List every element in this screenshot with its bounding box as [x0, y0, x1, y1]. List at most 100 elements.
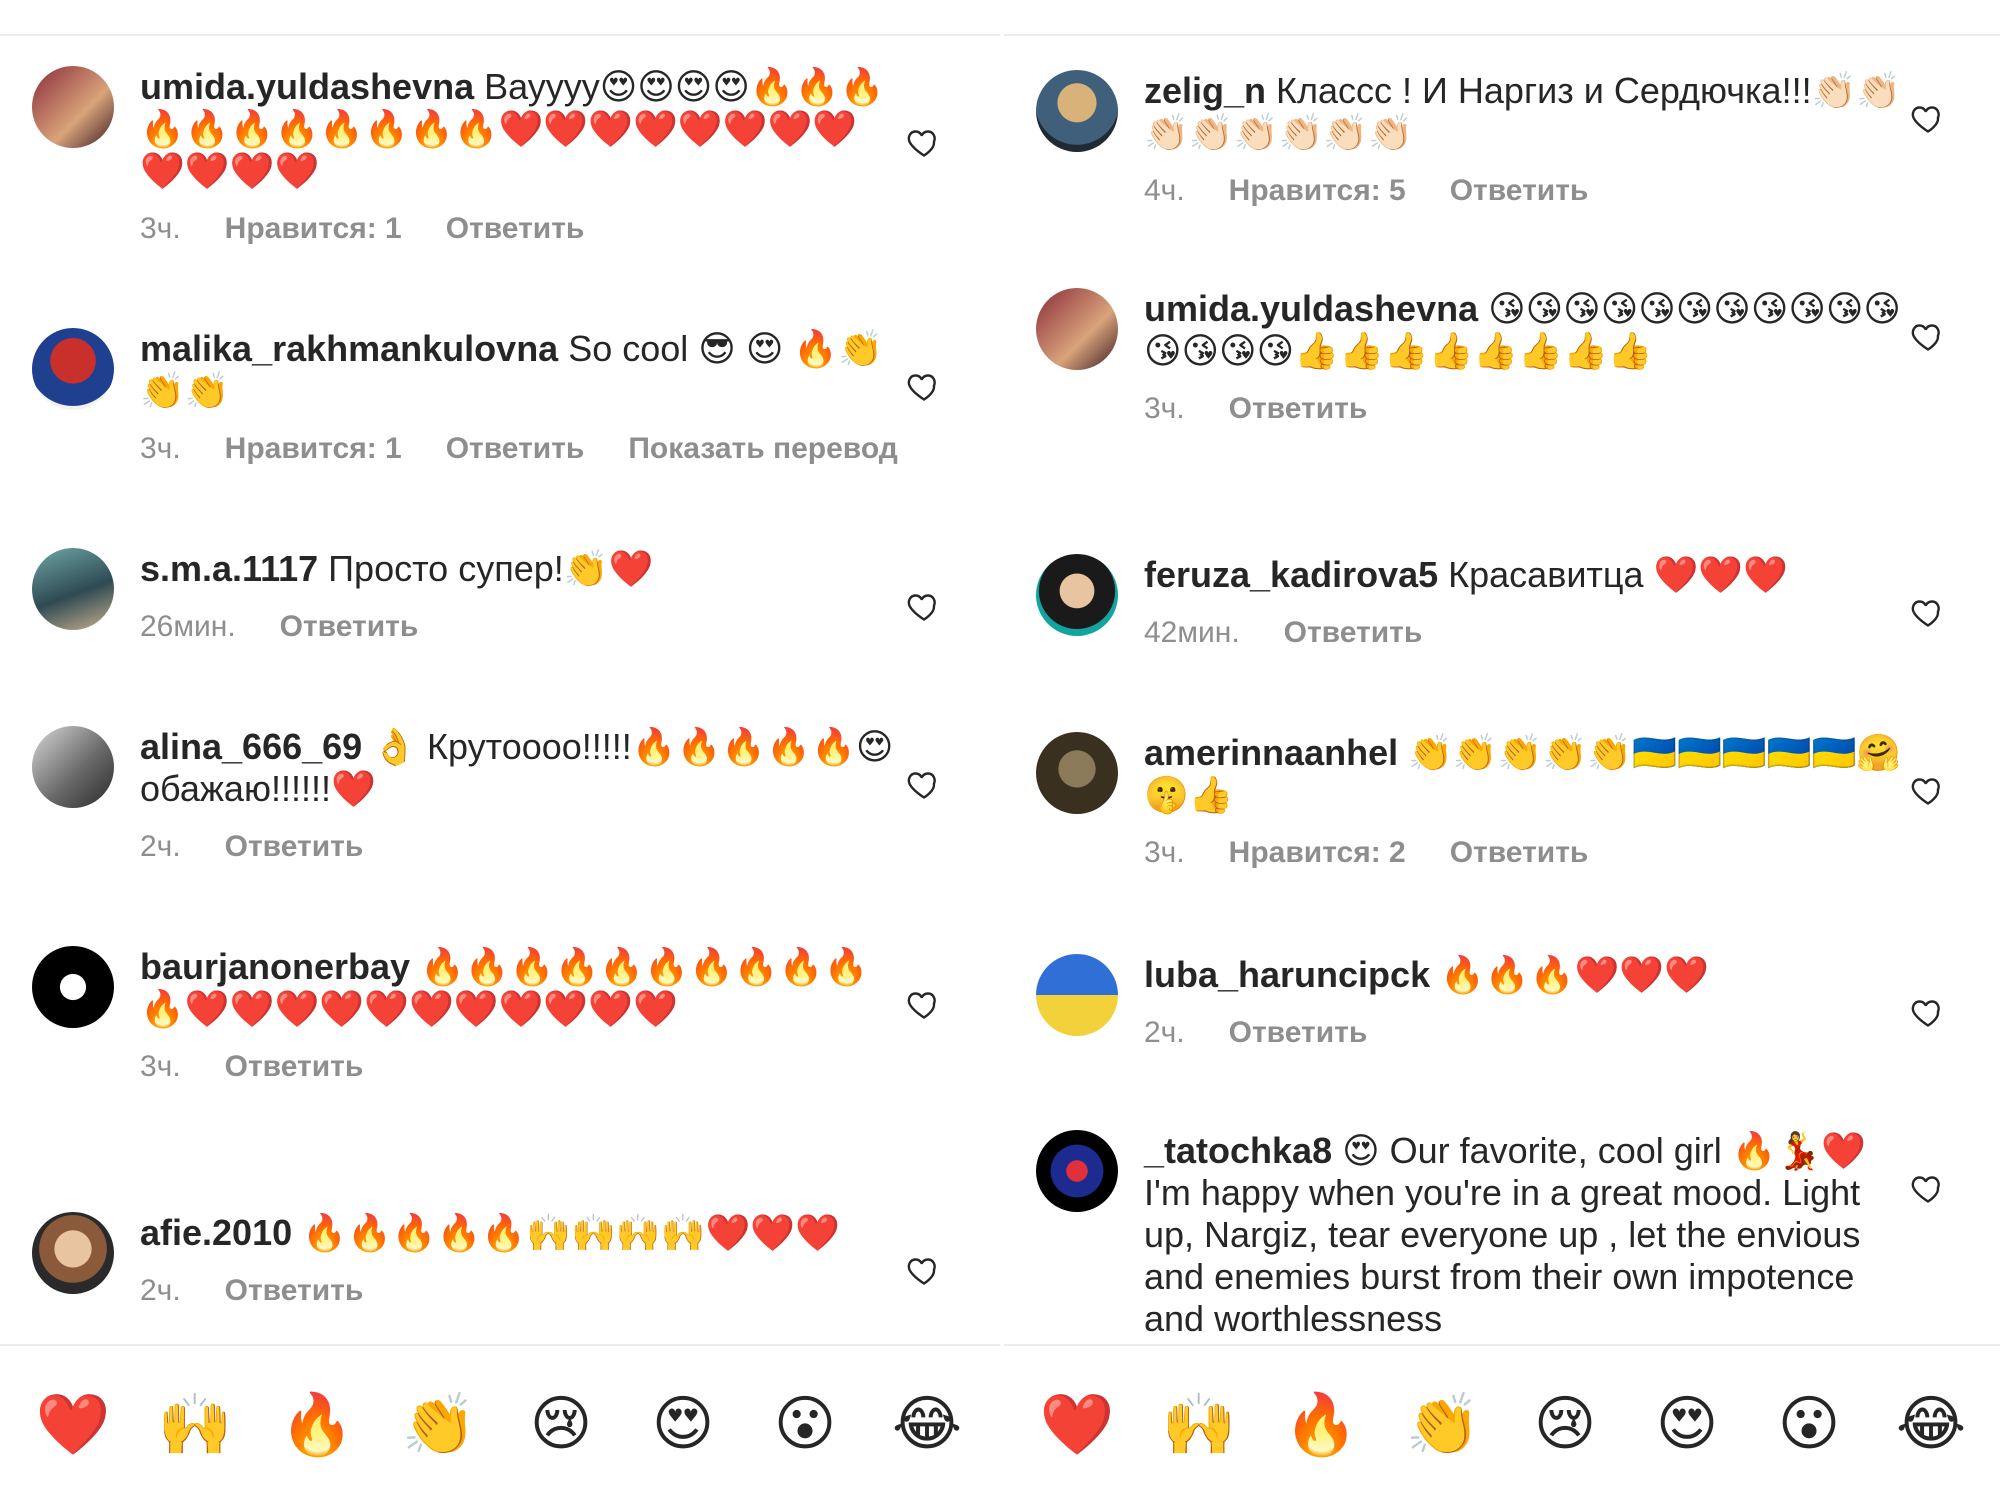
like-heart-icon[interactable]: [1910, 100, 1946, 136]
reply-button[interactable]: Ответить: [225, 830, 364, 864]
show-translation-button[interactable]: Показать перевод: [628, 432, 897, 466]
comment-text: zelig_n Классс ! И Наргиз и Сердючка!!!👏…: [1144, 70, 1904, 154]
username-link[interactable]: umida.yuldashevna: [1144, 288, 1478, 329]
emoji-crying-button[interactable]: 😢: [513, 1376, 609, 1472]
avatar[interactable]: [1036, 1130, 1118, 1212]
likes-count[interactable]: Нравится: 1: [225, 432, 402, 466]
avatar[interactable]: [32, 66, 114, 148]
comment-time: 3ч.: [1144, 836, 1185, 869]
avatar[interactable]: [32, 548, 114, 630]
reply-button[interactable]: Ответить: [1450, 836, 1589, 870]
like-heart-icon[interactable]: [1910, 1170, 1946, 1206]
emoji-crying-button[interactable]: 😢: [1517, 1376, 1613, 1472]
reply-button[interactable]: Ответить: [446, 212, 585, 246]
reply-button[interactable]: Ответить: [1229, 1016, 1368, 1050]
emoji-fire-button[interactable]: 🔥: [269, 1376, 365, 1472]
comment-body: 🔥🔥🔥🔥🔥🙌🙌🙌🙌❤️❤️❤️: [292, 1212, 841, 1253]
emoji-clap-button[interactable]: 👏: [391, 1376, 487, 1472]
reply-button[interactable]: Ответить: [446, 432, 585, 466]
likes-count[interactable]: Нравится: 2: [1229, 836, 1406, 870]
comment-text: _tatochka8 😍 Our favorite, cool girl 🔥💃❤…: [1144, 1130, 1904, 1340]
emoji-clap-button[interactable]: 👏: [1395, 1376, 1491, 1472]
username-link[interactable]: malika_rakhmankulovna: [140, 328, 558, 369]
like-heart-icon[interactable]: [1910, 772, 1946, 808]
like-heart-icon[interactable]: [906, 1252, 942, 1288]
like-heart-icon[interactable]: [906, 124, 942, 160]
likes-count[interactable]: Нравится: 5: [1229, 174, 1406, 208]
username-link[interactable]: umida.yuldashevna: [140, 66, 474, 107]
username-link[interactable]: baurjanonerbay: [140, 946, 410, 987]
comment-list[interactable]: umida.yuldashevna Вауууу😍😍😍😍🔥🔥🔥🔥🔥🔥🔥🔥🔥🔥🔥❤…: [0, 36, 1000, 1344]
comment-text: s.m.a.1117 Просто супер!👏❤️: [140, 548, 900, 590]
avatar[interactable]: [32, 328, 114, 410]
avatar[interactable]: [32, 1212, 114, 1294]
like-heart-icon[interactable]: [906, 766, 942, 802]
comment-time: 2ч.: [1144, 1016, 1185, 1049]
likes-count[interactable]: Нравится: 1: [225, 212, 402, 246]
comment-body: Красавитца ❤️❤️❤️: [1438, 554, 1789, 595]
emoji-heart-eyes-button[interactable]: 😍: [635, 1376, 731, 1472]
emoji-laughing-button[interactable]: 😂: [879, 1376, 975, 1472]
emoji-surprised-button[interactable]: 😮: [757, 1376, 853, 1472]
username-link[interactable]: afie.2010: [140, 1212, 292, 1253]
avatar[interactable]: [32, 726, 114, 808]
like-heart-icon[interactable]: [906, 368, 942, 404]
comment-text: alina_666_69 👌 Крутоооо!!!!!🔥🔥🔥🔥🔥😍 обажа…: [140, 726, 900, 810]
reply-button[interactable]: Ответить: [280, 610, 419, 644]
emoji-raised-hands-button[interactable]: 🙌: [147, 1376, 243, 1472]
comment-meta: 3ч. Нравится: 1 Ответить Показать перево…: [140, 432, 900, 466]
avatar[interactable]: [1036, 288, 1118, 370]
avatar[interactable]: [1036, 954, 1118, 1036]
comment-meta: 3ч. Нравится: 2 Ответить: [1144, 836, 1904, 870]
avatar[interactable]: [1036, 732, 1118, 814]
avatar[interactable]: [1036, 70, 1118, 152]
emoji-heart-button[interactable]: ❤️: [1029, 1376, 1125, 1472]
like-heart-icon[interactable]: [906, 986, 942, 1022]
reply-button[interactable]: Ответить: [1229, 392, 1368, 426]
emoji-fire-button[interactable]: 🔥: [1273, 1376, 1369, 1472]
like-heart-icon[interactable]: [1910, 994, 1946, 1030]
like-heart-icon[interactable]: [906, 588, 942, 624]
comment-meta: 3ч. Нравится: 1 Ответить: [140, 212, 900, 246]
like-heart-icon[interactable]: [1910, 594, 1946, 630]
username-link[interactable]: _tatochka8: [1144, 1130, 1332, 1171]
emoji-heart-eyes-button[interactable]: 😍: [1639, 1376, 1735, 1472]
username-link[interactable]: amerinnaanhel: [1144, 732, 1398, 773]
emoji-heart-button[interactable]: ❤️: [25, 1376, 121, 1472]
comment-time: 2ч.: [140, 1274, 181, 1307]
username-link[interactable]: alina_666_69: [140, 726, 362, 767]
comments-panel-left: umida.yuldashevna Вауууу😍😍😍😍🔥🔥🔥🔥🔥🔥🔥🔥🔥🔥🔥❤…: [0, 0, 1000, 1502]
comment-time: 2ч.: [140, 830, 181, 863]
username-link[interactable]: luba_haruncipck: [1144, 954, 1430, 995]
avatar[interactable]: [1036, 554, 1118, 636]
comment-meta: 4ч. Нравится: 5 Ответить: [1144, 174, 1904, 208]
emoji-surprised-button[interactable]: 😮: [1761, 1376, 1857, 1472]
comment-time: 4ч.: [1144, 174, 1185, 207]
emoji-laughing-button[interactable]: 😂: [1883, 1376, 1979, 1472]
comment-meta: 2ч. Ответить: [140, 830, 900, 864]
comment-time: 3ч.: [1144, 392, 1185, 425]
comment-time: 3ч.: [140, 212, 181, 245]
username-link[interactable]: feruza_kadirova5: [1144, 554, 1438, 595]
username-link[interactable]: zelig_n: [1144, 70, 1266, 111]
reply-button[interactable]: Ответить: [1450, 174, 1589, 208]
reply-button[interactable]: Ответить: [1284, 616, 1423, 650]
comment-list[interactable]: zelig_n Классс ! И Наргиз и Сердючка!!!👏…: [1004, 36, 2000, 1344]
comment-text: luba_haruncipck 🔥🔥🔥❤️❤️❤️: [1144, 954, 1904, 996]
comment-text: umida.yuldashevna Вауууу😍😍😍😍🔥🔥🔥🔥🔥🔥🔥🔥🔥🔥🔥❤…: [140, 66, 900, 192]
reply-button[interactable]: Ответить: [225, 1050, 364, 1084]
comment-meta: 42мин. Ответить: [1144, 616, 1904, 650]
emoji-raised-hands-button[interactable]: 🙌: [1151, 1376, 1247, 1472]
comment-text: umida.yuldashevna 😘😘😘😘😘😘😘😘😘😘😘😘😘😘😘👍👍👍👍👍👍👍…: [1144, 288, 1904, 372]
comment-time: 42мин.: [1144, 616, 1240, 649]
comment-body: Просто супер!👏❤️: [318, 548, 654, 589]
comment-time: 3ч.: [140, 432, 181, 465]
comment-meta: 26мин. Ответить: [140, 610, 900, 644]
comment-meta: 2ч. Ответить: [140, 1274, 900, 1308]
comment-text: baurjanonerbay 🔥🔥🔥🔥🔥🔥🔥🔥🔥🔥🔥❤️❤️❤️❤️❤️❤️❤️…: [140, 946, 900, 1030]
avatar[interactable]: [32, 946, 114, 1028]
comment-meta: 3ч. Ответить: [1144, 392, 1904, 426]
like-heart-icon[interactable]: [1910, 318, 1946, 354]
username-link[interactable]: s.m.a.1117: [140, 548, 318, 589]
reply-button[interactable]: Ответить: [225, 1274, 364, 1308]
